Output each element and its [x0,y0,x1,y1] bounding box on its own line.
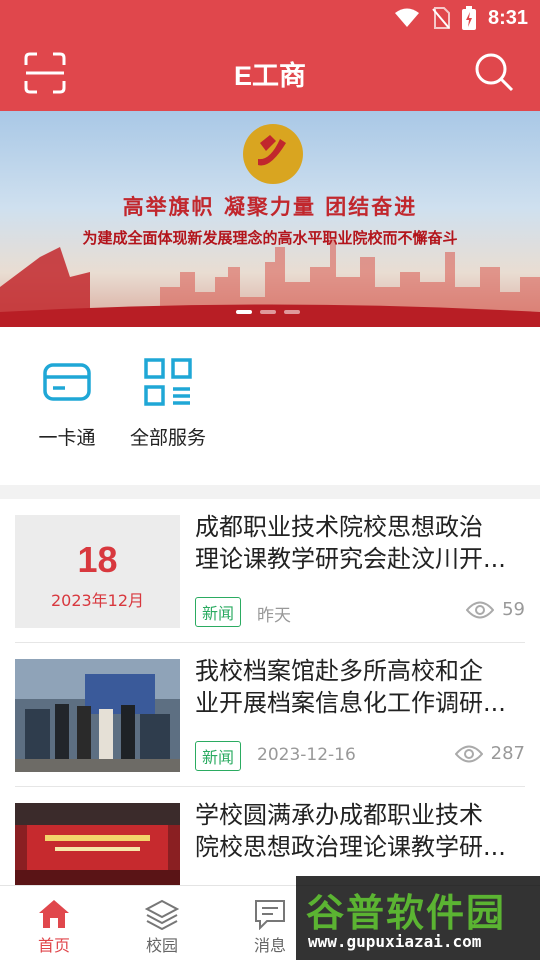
carousel-dot [284,310,300,314]
news-tag: 新闻 [195,741,242,771]
card-icon [43,363,91,401]
status-time: 8:31 [487,6,528,29]
no-sim-icon [432,7,450,29]
news-title: 我校档案馆赴多所高校和企 业开展档案信息化工作调研... [195,655,525,719]
service-label: 全部服务 [129,427,206,449]
news-date: 2023-12-16 [257,745,356,765]
news-meta: 新闻 2023-12-16 287 [195,741,525,771]
quick-services: 一卡通 全部服务 [0,327,540,485]
search-icon [475,53,514,92]
news-title: 学校圆满承办成都职业技术 院校思想政治理论课教学研... [195,799,525,863]
top-bar: 8:31 E工商 [0,0,540,111]
nav-label: 首页 [37,936,70,955]
banner-subline: 为建成全面体现新发展理念的高水平职业院校而不懈奋斗 [82,229,458,247]
layers-icon [145,899,179,930]
eye-icon [466,601,495,618]
news-item[interactable]: 我校档案馆赴多所高校和企 业开展档案信息化工作调研... 新闻 2023-12-… [15,643,525,787]
news-date-day: 18 [77,539,118,580]
news-date-badge: 18 2023年12月 [15,515,180,628]
watermark-logo: 谷普软件园 www.gupuxiazai.com [296,876,540,960]
nav-tab-home[interactable]: 首页 [14,898,94,956]
news-title-line: 业开展档案信息化工作调研... [195,689,506,717]
battery-charging-icon [461,6,476,30]
service-label: 一卡通 [38,427,96,449]
news-title-line: 成都职业技术院校思想政治 [195,513,483,541]
news-list: 18 2023年12月 成都职业技术院校思想政治 理论课教学研究会赴汶川开...… [0,499,540,885]
carousel-indicator [236,310,300,314]
app-title: E工商 [233,61,306,91]
banner-headline: 高举旗帜 凝聚力量 团结奋进 [122,195,418,219]
status-bar: 8:31 [0,0,540,36]
grid-menu-icon [144,358,192,406]
news-item[interactable]: 学校圆满承办成都职业技术 院校思想政治理论课教学研... [15,787,525,885]
news-date-month: 2023年12月 [50,591,145,610]
header: E工商 [0,36,540,111]
news-tag: 新闻 [195,597,242,627]
news-item[interactable]: 18 2023年12月 成都职业技术院校思想政治 理论课教学研究会赴汶川开...… [15,499,525,643]
service-all-services[interactable]: 全部服务 [113,357,223,450]
news-title-line: 学校圆满承办成都职业技术 [195,801,483,829]
view-count-value: 59 [502,599,525,620]
watermark-url: www.gupuxiazai.com [308,932,482,951]
news-title-line: 我校档案馆赴多所高校和企 [195,657,483,685]
carousel-dot [260,310,276,314]
carousel-dot [236,310,252,314]
watermark-text: 谷普软件园 [306,891,507,935]
view-count: 59 [466,599,525,620]
news-photo-image [15,803,180,885]
eye-icon [454,745,483,762]
wifi-icon [394,8,419,27]
news-title-line: 院校思想政治理论课教学研... [195,833,506,861]
view-count-value: 287 [490,743,525,764]
news-title-line: 理论课教学研究会赴汶川开... [195,545,506,573]
nav-tab-campus[interactable]: 校园 [122,898,202,956]
news-date: 昨天 [257,606,291,626]
message-icon [255,900,285,930]
nav-label: 校园 [145,936,178,955]
news-thumbnail [15,803,180,885]
news-thumbnail [15,659,180,772]
party-emblem-image [243,124,303,184]
status-icons: 8:31 [394,6,528,30]
news-photo-image [15,659,180,772]
view-count: 287 [454,743,525,764]
service-campus-card[interactable]: 一卡通 [12,357,122,450]
home-icon [39,900,69,928]
news-meta: 新闻 昨天 59 [195,597,525,627]
section-divider [0,485,540,499]
search-button[interactable] [472,50,516,94]
news-title: 成都职业技术院校思想政治 理论课教学研究会赴汶川开... [195,511,525,575]
banner-carousel[interactable]: 高举旗帜 凝聚力量 团结奋进 为建成全面体现新发展理念的高水平职业院校而不懈奋斗 [0,111,540,327]
